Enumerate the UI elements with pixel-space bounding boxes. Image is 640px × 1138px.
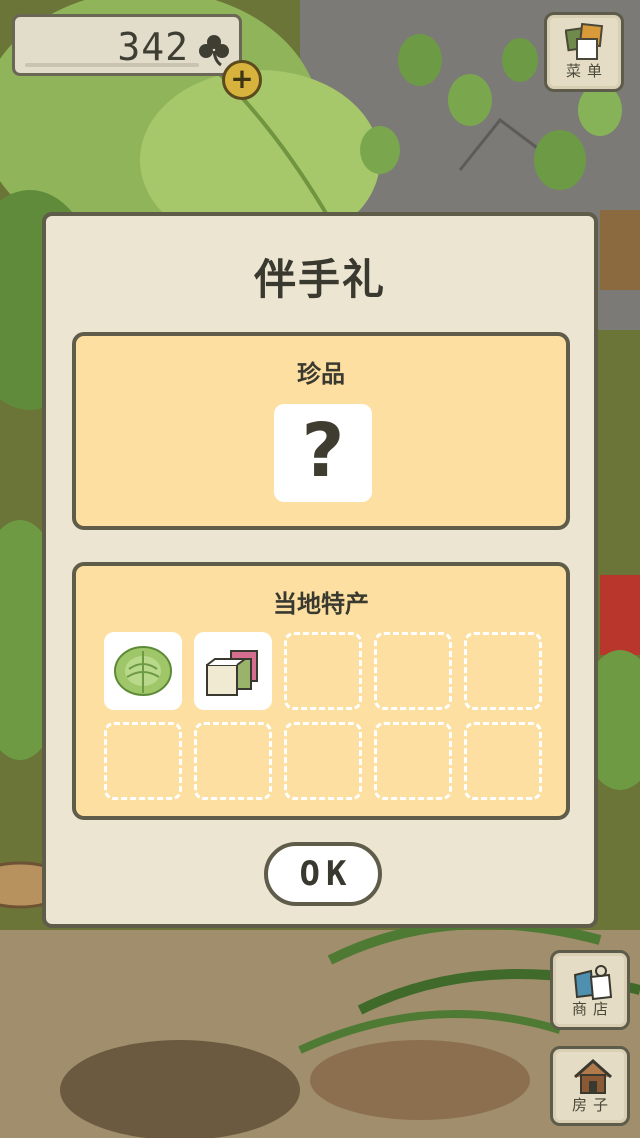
specialty-slot-5: [464, 632, 542, 710]
local-specialties-panel: 当地特产: [72, 562, 570, 820]
specialty-slot-7: [194, 722, 272, 800]
menu-label: 菜单: [565, 62, 608, 80]
ok-button[interactable]: OK: [264, 842, 382, 906]
dialog-title: 伴手礼: [253, 255, 386, 304]
menu-cards-icon: [565, 23, 604, 60]
clover-icon: [199, 35, 229, 67]
specialty-slot-9: [374, 722, 452, 800]
specialty-slot-1[interactable]: [104, 632, 182, 710]
specialty-slot-8: [284, 722, 362, 800]
menu-button[interactable]: 菜单: [544, 12, 624, 92]
house-button[interactable]: 房子: [550, 1046, 630, 1126]
local-section-title: 当地特产: [273, 590, 369, 618]
souvenir-dialog: 伴手礼 珍品 ? 当地特产 OK: [42, 212, 598, 928]
cabbage-icon: [114, 646, 172, 696]
specialty-slot-4: [374, 632, 452, 710]
house-label: 房子: [571, 1096, 614, 1114]
shop-bags-icon: [573, 965, 613, 1001]
rice-cake-icon: [206, 650, 258, 696]
rare-section-title: 珍品: [297, 360, 345, 388]
specialty-slot-10: [464, 722, 542, 800]
add-clover-button[interactable]: +: [222, 60, 262, 100]
clover-counter: 342: [12, 14, 242, 76]
rare-item-panel: 珍品 ?: [72, 332, 570, 530]
house-icon: [574, 1058, 612, 1094]
rare-item-slot[interactable]: ?: [274, 404, 372, 502]
shop-button[interactable]: 商店: [550, 950, 630, 1030]
counter-underline: [25, 63, 199, 67]
specialty-slot-2[interactable]: [194, 632, 272, 710]
unknown-item-icon: ?: [301, 408, 345, 494]
specialty-slot-3: [284, 632, 362, 710]
shop-label: 商店: [571, 1000, 614, 1018]
specialty-slot-6: [104, 722, 182, 800]
